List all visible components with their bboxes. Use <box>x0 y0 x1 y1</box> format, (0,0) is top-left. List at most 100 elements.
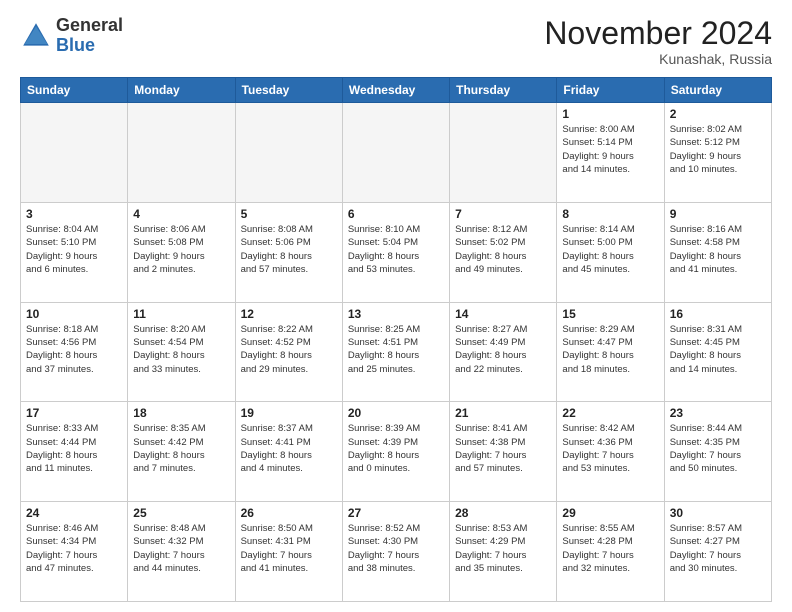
day-info: Sunrise: 8:50 AMSunset: 4:31 PMDaylight:… <box>241 522 337 575</box>
day-info: Sunrise: 8:37 AMSunset: 4:41 PMDaylight:… <box>241 422 337 475</box>
day-number: 24 <box>26 506 122 520</box>
cal-cell: 17 Sunrise: 8:33 AMSunset: 4:44 PMDayligh… <box>21 402 128 502</box>
day-number: 13 <box>348 307 444 321</box>
day-number: 10 <box>26 307 122 321</box>
location: Kunashak, Russia <box>544 51 772 67</box>
day-info: Sunrise: 8:16 AMSunset: 4:58 PMDaylight:… <box>670 223 766 276</box>
cal-cell <box>128 103 235 203</box>
day-number: 22 <box>562 406 658 420</box>
header-day-tuesday: Tuesday <box>235 78 342 103</box>
day-number: 1 <box>562 107 658 121</box>
cal-cell: 4 Sunrise: 8:06 AMSunset: 5:08 PMDaylight… <box>128 202 235 302</box>
day-number: 6 <box>348 207 444 221</box>
week-row-5: 24 Sunrise: 8:46 AMSunset: 4:34 PMDayligh… <box>21 502 772 602</box>
day-number: 5 <box>241 207 337 221</box>
cal-cell <box>235 103 342 203</box>
cal-cell: 21Sunrise: 8:41 AMSunset: 4:38 PMDayligh… <box>450 402 557 502</box>
day-info: Sunrise: 8:02 AMSunset: 5:12 PMDaylight:… <box>670 123 766 176</box>
day-number: 8 <box>562 207 658 221</box>
cal-cell: 11 Sunrise: 8:20 AMSunset: 4:54 PMDayligh… <box>128 302 235 402</box>
cal-cell <box>342 103 449 203</box>
logo: General Blue <box>20 16 123 56</box>
logo-blue: Blue <box>56 35 95 55</box>
day-info: Sunrise: 8:04 AMSunset: 5:10 PMDaylight:… <box>26 223 122 276</box>
day-info: Sunrise: 8:22 AMSunset: 4:52 PMDaylight:… <box>241 323 337 376</box>
header-day-sunday: Sunday <box>21 78 128 103</box>
day-info: Sunrise: 8:41 AMSunset: 4:38 PMDaylight:… <box>455 422 551 475</box>
cal-cell: 9Sunrise: 8:16 AMSunset: 4:58 PMDaylight… <box>664 202 771 302</box>
day-number: 7 <box>455 207 551 221</box>
cal-cell: 1Sunrise: 8:00 AMSunset: 5:14 PMDaylight… <box>557 103 664 203</box>
cal-cell: 18 Sunrise: 8:35 AMSunset: 4:42 PMDayligh… <box>128 402 235 502</box>
day-info: Sunrise: 8:18 AMSunset: 4:56 PMDaylight:… <box>26 323 122 376</box>
cal-cell: 22 Sunrise: 8:42 AMSunset: 4:36 PMDayligh… <box>557 402 664 502</box>
cal-cell: 13 Sunrise: 8:25 AMSunset: 4:51 PMDayligh… <box>342 302 449 402</box>
day-info: Sunrise: 8:55 AMSunset: 4:28 PMDaylight:… <box>562 522 658 575</box>
day-info: Sunrise: 8:08 AMSunset: 5:06 PMDaylight:… <box>241 223 337 276</box>
week-row-3: 10 Sunrise: 8:18 AMSunset: 4:56 PMDayligh… <box>21 302 772 402</box>
day-info: Sunrise: 8:27 AMSunset: 4:49 PMDaylight:… <box>455 323 551 376</box>
cal-cell: 16Sunrise: 8:31 AMSunset: 4:45 PMDayligh… <box>664 302 771 402</box>
cal-cell: 26Sunrise: 8:50 AMSunset: 4:31 PMDayligh… <box>235 502 342 602</box>
cal-cell: 19 Sunrise: 8:37 AMSunset: 4:41 PMDayligh… <box>235 402 342 502</box>
cal-cell <box>450 103 557 203</box>
day-info: Sunrise: 8:20 AMSunset: 4:54 PMDaylight:… <box>133 323 229 376</box>
day-number: 27 <box>348 506 444 520</box>
cal-cell: 23 Sunrise: 8:44 AMSunset: 4:35 PMDayligh… <box>664 402 771 502</box>
calendar-header: SundayMondayTuesdayWednesdayThursdayFrid… <box>21 78 772 103</box>
cal-cell: 30 Sunrise: 8:57 AMSunset: 4:27 PMDayligh… <box>664 502 771 602</box>
cal-cell: 2 Sunrise: 8:02 AMSunset: 5:12 PMDaylight… <box>664 103 771 203</box>
day-number: 18 <box>133 406 229 420</box>
day-info: Sunrise: 8:31 AMSunset: 4:45 PMDaylight:… <box>670 323 766 376</box>
header-day-wednesday: Wednesday <box>342 78 449 103</box>
day-number: 4 <box>133 207 229 221</box>
day-number: 30 <box>670 506 766 520</box>
day-info: Sunrise: 8:53 AMSunset: 4:29 PMDaylight:… <box>455 522 551 575</box>
day-number: 23 <box>670 406 766 420</box>
day-number: 14 <box>455 307 551 321</box>
calendar-table: SundayMondayTuesdayWednesdayThursdayFrid… <box>20 77 772 602</box>
header: General Blue November 2024 Kunashak, Rus… <box>20 16 772 67</box>
day-info: Sunrise: 8:39 AMSunset: 4:39 PMDaylight:… <box>348 422 444 475</box>
cal-cell: 8Sunrise: 8:14 AMSunset: 5:00 PMDaylight… <box>557 202 664 302</box>
logo-icon <box>20 20 52 52</box>
cal-cell: 7Sunrise: 8:12 AMSunset: 5:02 PMDaylight… <box>450 202 557 302</box>
day-info: Sunrise: 8:33 AMSunset: 4:44 PMDaylight:… <box>26 422 122 475</box>
cal-cell <box>21 103 128 203</box>
day-number: 19 <box>241 406 337 420</box>
day-info: Sunrise: 8:06 AMSunset: 5:08 PMDaylight:… <box>133 223 229 276</box>
cal-cell: 15 Sunrise: 8:29 AMSunset: 4:47 PMDayligh… <box>557 302 664 402</box>
day-number: 20 <box>348 406 444 420</box>
day-number: 17 <box>26 406 122 420</box>
cal-cell: 24 Sunrise: 8:46 AMSunset: 4:34 PMDayligh… <box>21 502 128 602</box>
cal-cell: 29 Sunrise: 8:55 AMSunset: 4:28 PMDayligh… <box>557 502 664 602</box>
cal-cell: 28 Sunrise: 8:53 AMSunset: 4:29 PMDayligh… <box>450 502 557 602</box>
header-row: SundayMondayTuesdayWednesdayThursdayFrid… <box>21 78 772 103</box>
page: General Blue November 2024 Kunashak, Rus… <box>0 0 792 612</box>
day-info: Sunrise: 8:57 AMSunset: 4:27 PMDaylight:… <box>670 522 766 575</box>
day-info: Sunrise: 8:46 AMSunset: 4:34 PMDaylight:… <box>26 522 122 575</box>
day-info: Sunrise: 8:42 AMSunset: 4:36 PMDaylight:… <box>562 422 658 475</box>
logo-text: General Blue <box>56 16 123 56</box>
cal-cell: 3 Sunrise: 8:04 AMSunset: 5:10 PMDaylight… <box>21 202 128 302</box>
day-number: 3 <box>26 207 122 221</box>
day-number: 28 <box>455 506 551 520</box>
week-row-1: 1Sunrise: 8:00 AMSunset: 5:14 PMDaylight… <box>21 103 772 203</box>
header-day-friday: Friday <box>557 78 664 103</box>
day-info: Sunrise: 8:25 AMSunset: 4:51 PMDaylight:… <box>348 323 444 376</box>
day-number: 2 <box>670 107 766 121</box>
day-number: 15 <box>562 307 658 321</box>
day-info: Sunrise: 8:44 AMSunset: 4:35 PMDaylight:… <box>670 422 766 475</box>
day-info: Sunrise: 8:48 AMSunset: 4:32 PMDaylight:… <box>133 522 229 575</box>
day-info: Sunrise: 8:35 AMSunset: 4:42 PMDaylight:… <box>133 422 229 475</box>
day-info: Sunrise: 8:29 AMSunset: 4:47 PMDaylight:… <box>562 323 658 376</box>
cal-cell: 20 Sunrise: 8:39 AMSunset: 4:39 PMDayligh… <box>342 402 449 502</box>
cal-cell: 6Sunrise: 8:10 AMSunset: 5:04 PMDaylight… <box>342 202 449 302</box>
cal-cell: 10 Sunrise: 8:18 AMSunset: 4:56 PMDayligh… <box>21 302 128 402</box>
day-number: 29 <box>562 506 658 520</box>
day-number: 11 <box>133 307 229 321</box>
cal-cell: 12 Sunrise: 8:22 AMSunset: 4:52 PMDayligh… <box>235 302 342 402</box>
day-number: 12 <box>241 307 337 321</box>
day-number: 25 <box>133 506 229 520</box>
cal-cell: 14 Sunrise: 8:27 AMSunset: 4:49 PMDayligh… <box>450 302 557 402</box>
